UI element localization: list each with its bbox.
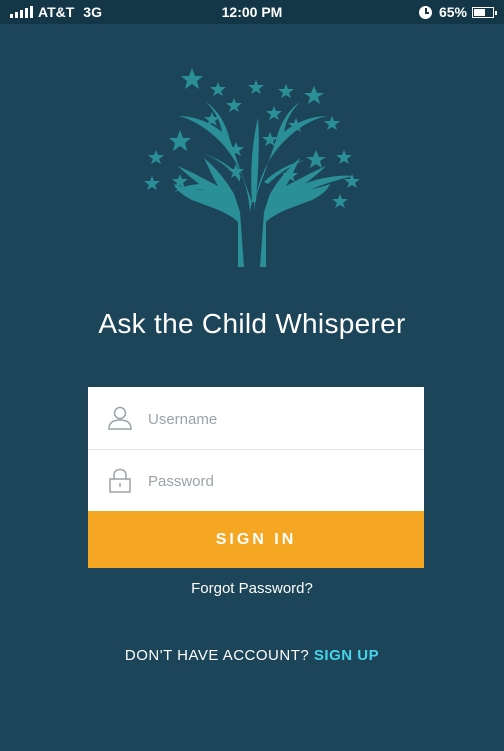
app-title: Ask the Child Whisperer: [98, 308, 406, 339]
battery-percent: 65%: [438, 4, 467, 20]
login-form: SIGN IN: [88, 387, 424, 568]
lock-icon: [109, 468, 131, 493]
password-input[interactable]: [146, 450, 410, 513]
battery-icon: [472, 6, 497, 18]
signup-row: DON'T HAVE ACCOUNT? SIGN UP: [0, 647, 504, 664]
status-right: 65%: [418, 4, 497, 20]
signup-prompt: DON'T HAVE ACCOUNT?: [124, 647, 310, 664]
alarm-clock-icon: [418, 5, 432, 19]
status-bar: AT&T 3G 12:00 PM 65%: [0, 0, 504, 24]
sign-in-button[interactable]: SIGN IN: [88, 511, 424, 568]
username-field[interactable]: [88, 387, 424, 451]
sign-up-link[interactable]: SIGN UP: [314, 647, 379, 664]
password-field[interactable]: [88, 449, 424, 513]
tree-with-stars-and-hands-icon: [144, 68, 360, 267]
user-icon: [108, 406, 132, 430]
forgot-password-link[interactable]: Forgot Password?: [0, 580, 504, 597]
username-input[interactable]: [146, 387, 410, 451]
